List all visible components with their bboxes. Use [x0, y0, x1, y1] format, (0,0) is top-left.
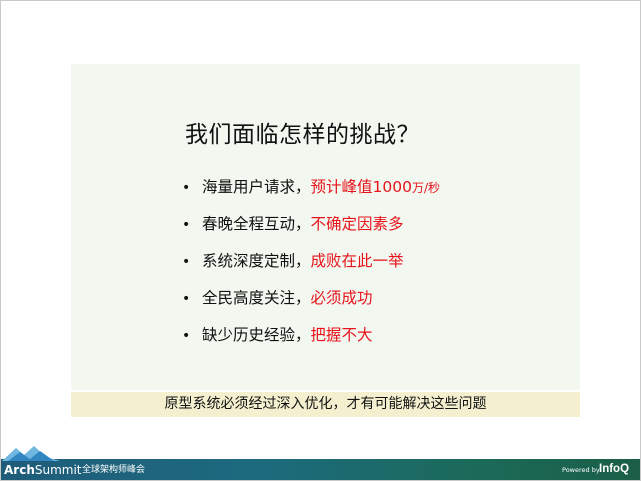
brand-thin: Summit: [34, 463, 82, 477]
bullet-text: 缺少历史经验，: [202, 326, 311, 344]
bullet-text: 春晚全程互动，: [202, 215, 311, 233]
bullet-unit: 万/秒: [411, 181, 441, 195]
bullet-text: 全民高度关注，: [202, 289, 311, 307]
bullet-icon: •: [182, 180, 191, 196]
archsummit-logo: ArchSummit: [4, 462, 82, 478]
mountain-logo-icon: [2, 446, 60, 461]
bullet-icon: •: [182, 291, 191, 307]
bullet-icon: •: [182, 328, 191, 344]
bullet-text: 系统深度定制，: [202, 252, 311, 270]
bullet-icon: •: [182, 254, 191, 270]
challenge-list: • 海量用户请求，预计峰值1000万/秒 • 春晚全程互动，不确定因素多 • 系统深度…: [182, 176, 440, 361]
slide-title: 我们面临怎样的挑战？: [185, 122, 420, 148]
bullet-highlight: 预计峰值1000: [310, 178, 412, 196]
bullet-highlight: 成败在此一举: [310, 252, 404, 270]
bullet-highlight: 必须成功: [310, 289, 373, 307]
list-item: • 全民高度关注，必须成功: [182, 287, 440, 324]
brand-bold: Arch: [4, 463, 35, 477]
list-item: • 缺少历史经验，把握不大: [182, 324, 440, 361]
list-item: • 春晚全程互动，不确定因素多: [182, 213, 440, 250]
conclusion-banner: 原型系统必须经过深入优化，才有可能解决这些问题: [71, 392, 580, 417]
infoq-logo: InfoQ: [599, 463, 630, 475]
bullet-text: 海量用户请求，: [202, 178, 311, 196]
brand-subtitle: 全球架构师峰会: [82, 465, 146, 475]
list-item: • 海量用户请求，预计峰值1000万/秒: [182, 176, 440, 213]
bullet-highlight: 不确定因素多: [310, 215, 404, 233]
list-item: • 系统深度定制，成败在此一举: [182, 250, 440, 287]
bullet-icon: •: [182, 217, 191, 233]
powered-by-label: Powered by: [562, 466, 600, 474]
bullet-highlight: 把握不大: [310, 326, 373, 344]
